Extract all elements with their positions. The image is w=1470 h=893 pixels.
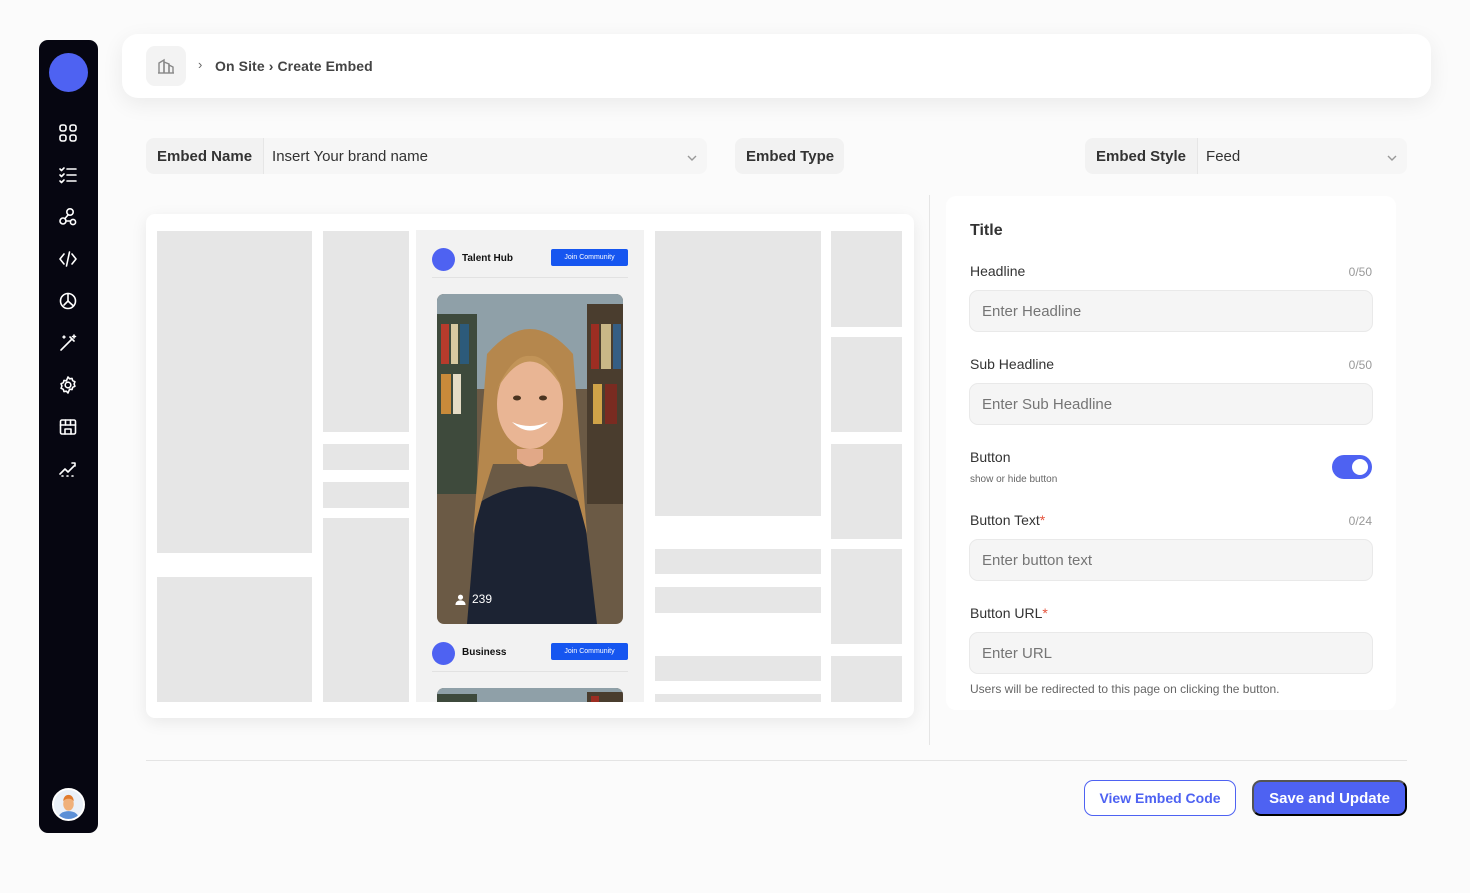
headline-char-count: 0/50: [1348, 265, 1372, 279]
embed-name-select[interactable]: Insert Your brand name: [263, 138, 707, 174]
save-and-update-button[interactable]: Save and Update: [1252, 780, 1407, 816]
code-icon[interactable]: [56, 247, 80, 271]
community-avatar: [432, 642, 455, 665]
post-image[interactable]: 239: [437, 294, 623, 624]
chevron-down-icon: [1387, 150, 1397, 161]
embed-style-value: Feed: [1206, 147, 1241, 165]
view-embed-code-button[interactable]: View Embed Code: [1084, 780, 1236, 816]
building-icon: [158, 58, 174, 74]
dashboard-grid-icon[interactable]: [56, 121, 80, 145]
breadcrumb[interactable]: On Site › Create Embed: [215, 58, 373, 74]
required-mark: *: [1039, 512, 1046, 528]
placeholder-tile: [831, 549, 902, 644]
divider: [432, 277, 628, 278]
placeholder-tile: [655, 231, 821, 516]
placeholder-tile: [323, 482, 409, 508]
breadcrumb-chevron-icon: ›: [198, 57, 203, 72]
form-title: Title: [970, 222, 1003, 239]
checklist-icon[interactable]: [56, 163, 80, 187]
headline-input[interactable]: [969, 290, 1373, 332]
placeholder-tile: [831, 231, 902, 327]
join-community-button[interactable]: Join Community: [551, 643, 628, 660]
storefront-icon[interactable]: [56, 415, 80, 439]
button-text-char-count: 0/24: [1348, 514, 1372, 528]
button-toggle-label: Button: [970, 449, 1011, 465]
placeholder-tile: [655, 549, 821, 574]
community-avatar: [432, 248, 455, 271]
placeholder-tile: [323, 444, 409, 470]
button-visibility-toggle[interactable]: [1332, 455, 1372, 479]
placeholder-tile: [655, 587, 821, 613]
subheadline-input[interactable]: [969, 383, 1373, 425]
user-icon: [455, 594, 466, 605]
embed-settings-form: Title Headline 0/50 Sub Headline 0/50 Bu…: [946, 196, 1396, 710]
placeholder-tile: [323, 518, 409, 702]
embed-style-field: Embed Style Feed: [1085, 138, 1407, 174]
settings-gear-icon[interactable]: [56, 373, 80, 397]
button-text-label: Button Text*: [970, 512, 1046, 528]
magic-wand-icon[interactable]: [56, 331, 80, 355]
embed-name-value: Insert Your brand name: [272, 147, 428, 165]
join-community-button[interactable]: Join Community: [551, 249, 628, 266]
brand-logo[interactable]: [49, 53, 88, 92]
user-avatar[interactable]: [52, 788, 85, 821]
post-image[interactable]: [437, 688, 623, 702]
placeholder-tile: [655, 656, 821, 681]
embed-name-field: Embed Name Insert Your brand name: [146, 138, 707, 174]
placeholder-tile: [831, 337, 902, 432]
horizontal-divider: [146, 760, 1407, 761]
analytics-pie-icon[interactable]: [56, 289, 80, 313]
embed-type-field[interactable]: Embed Type: [735, 138, 844, 174]
network-nodes-icon[interactable]: [56, 205, 80, 229]
button-url-help-text: Users will be redirected to this page on…: [970, 682, 1280, 696]
trend-chart-icon[interactable]: [56, 457, 80, 481]
embed-name-label: Embed Name: [146, 138, 264, 174]
required-mark: *: [1042, 605, 1048, 621]
community-name: Talent Hub: [462, 253, 513, 264]
headline-label: Headline: [970, 263, 1026, 279]
top-header: › On Site › Create Embed: [122, 34, 1431, 98]
button-url-input[interactable]: [969, 632, 1373, 674]
toggle-knob: [1352, 459, 1368, 475]
feed-column: Talent Hub Join Community 239 Business J…: [416, 230, 644, 702]
subheadline-char-count: 0/50: [1348, 358, 1372, 372]
embed-type-label: Embed Type: [735, 138, 844, 174]
placeholder-tile: [831, 444, 902, 539]
sidebar: [39, 40, 98, 833]
chevron-down-icon: [687, 150, 697, 161]
button-text-input[interactable]: [969, 539, 1373, 581]
follower-count-value: 239: [472, 592, 493, 606]
subheadline-label: Sub Headline: [970, 356, 1055, 372]
placeholder-tile: [323, 231, 409, 432]
follower-count: 239: [455, 592, 492, 606]
button-toggle-description: show or hide button: [970, 474, 1058, 485]
post-header: Business Join Community: [432, 640, 628, 668]
embed-style-select[interactable]: Feed: [1197, 138, 1407, 174]
placeholder-tile: [655, 694, 821, 702]
placeholder-tile: [157, 231, 312, 553]
button-url-label: Button URL*: [970, 605, 1048, 621]
placeholder-tile: [831, 656, 902, 702]
post-header: Talent Hub Join Community: [432, 246, 628, 274]
community-name: Business: [462, 647, 507, 658]
embed-style-label: Embed Style: [1085, 138, 1198, 174]
embed-preview: Talent Hub Join Community 239 Business J…: [146, 214, 914, 718]
placeholder-tile: [157, 577, 312, 702]
vertical-divider: [929, 195, 930, 745]
divider: [432, 671, 628, 672]
home-button[interactable]: [146, 46, 186, 86]
